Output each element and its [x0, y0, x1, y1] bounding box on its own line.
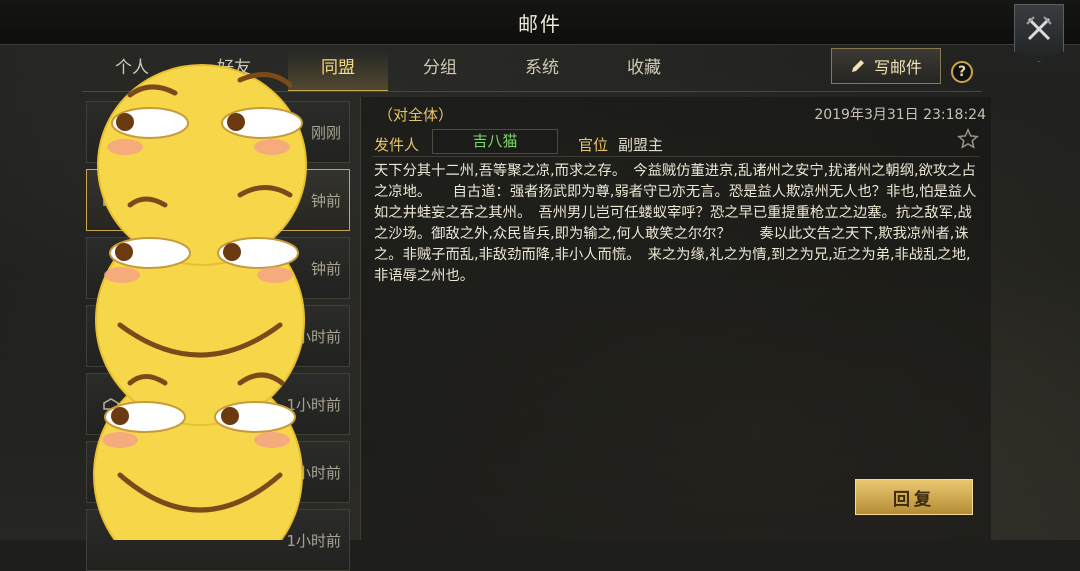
write-mail-button[interactable]: 写邮件 — [831, 48, 941, 84]
help-button[interactable]: ? — [951, 61, 973, 83]
header-divider — [372, 156, 980, 157]
tab-group[interactable]: 分组 — [390, 52, 490, 90]
favorite-star-icon[interactable] — [957, 128, 979, 150]
recipient-label: （对全体） — [378, 106, 454, 124]
window-title: 邮件 — [518, 12, 562, 36]
stacked-smiley-faces-icon — [93, 64, 307, 540]
sender-name[interactable]: 吉八猫 — [432, 129, 558, 154]
sender-label: 发件人 — [374, 136, 420, 154]
title-bar: 邮件 — [0, 0, 1080, 45]
pencil-icon — [851, 60, 864, 72]
close-button[interactable] — [1014, 4, 1064, 62]
emoji-sticker-overlay — [90, 55, 320, 540]
crossed-swords-icon — [1026, 16, 1052, 41]
mail-date: 2019年3月31日 23:18:24 — [814, 107, 986, 123]
rank-value: 副盟主 — [618, 136, 664, 154]
reply-button[interactable]: 回复 — [855, 479, 973, 515]
write-mail-label: 写邮件 — [873, 58, 922, 77]
tab-favorites[interactable]: 收藏 — [594, 52, 694, 90]
rank-label: 官位 — [578, 136, 609, 154]
tab-system[interactable]: 系统 — [492, 52, 592, 90]
mail-body: 天下分其十二州,吾等聚之凉,而求之存。 今益贼仿董进京,乱诸州之安宁,扰诸州之朝… — [374, 163, 977, 284]
